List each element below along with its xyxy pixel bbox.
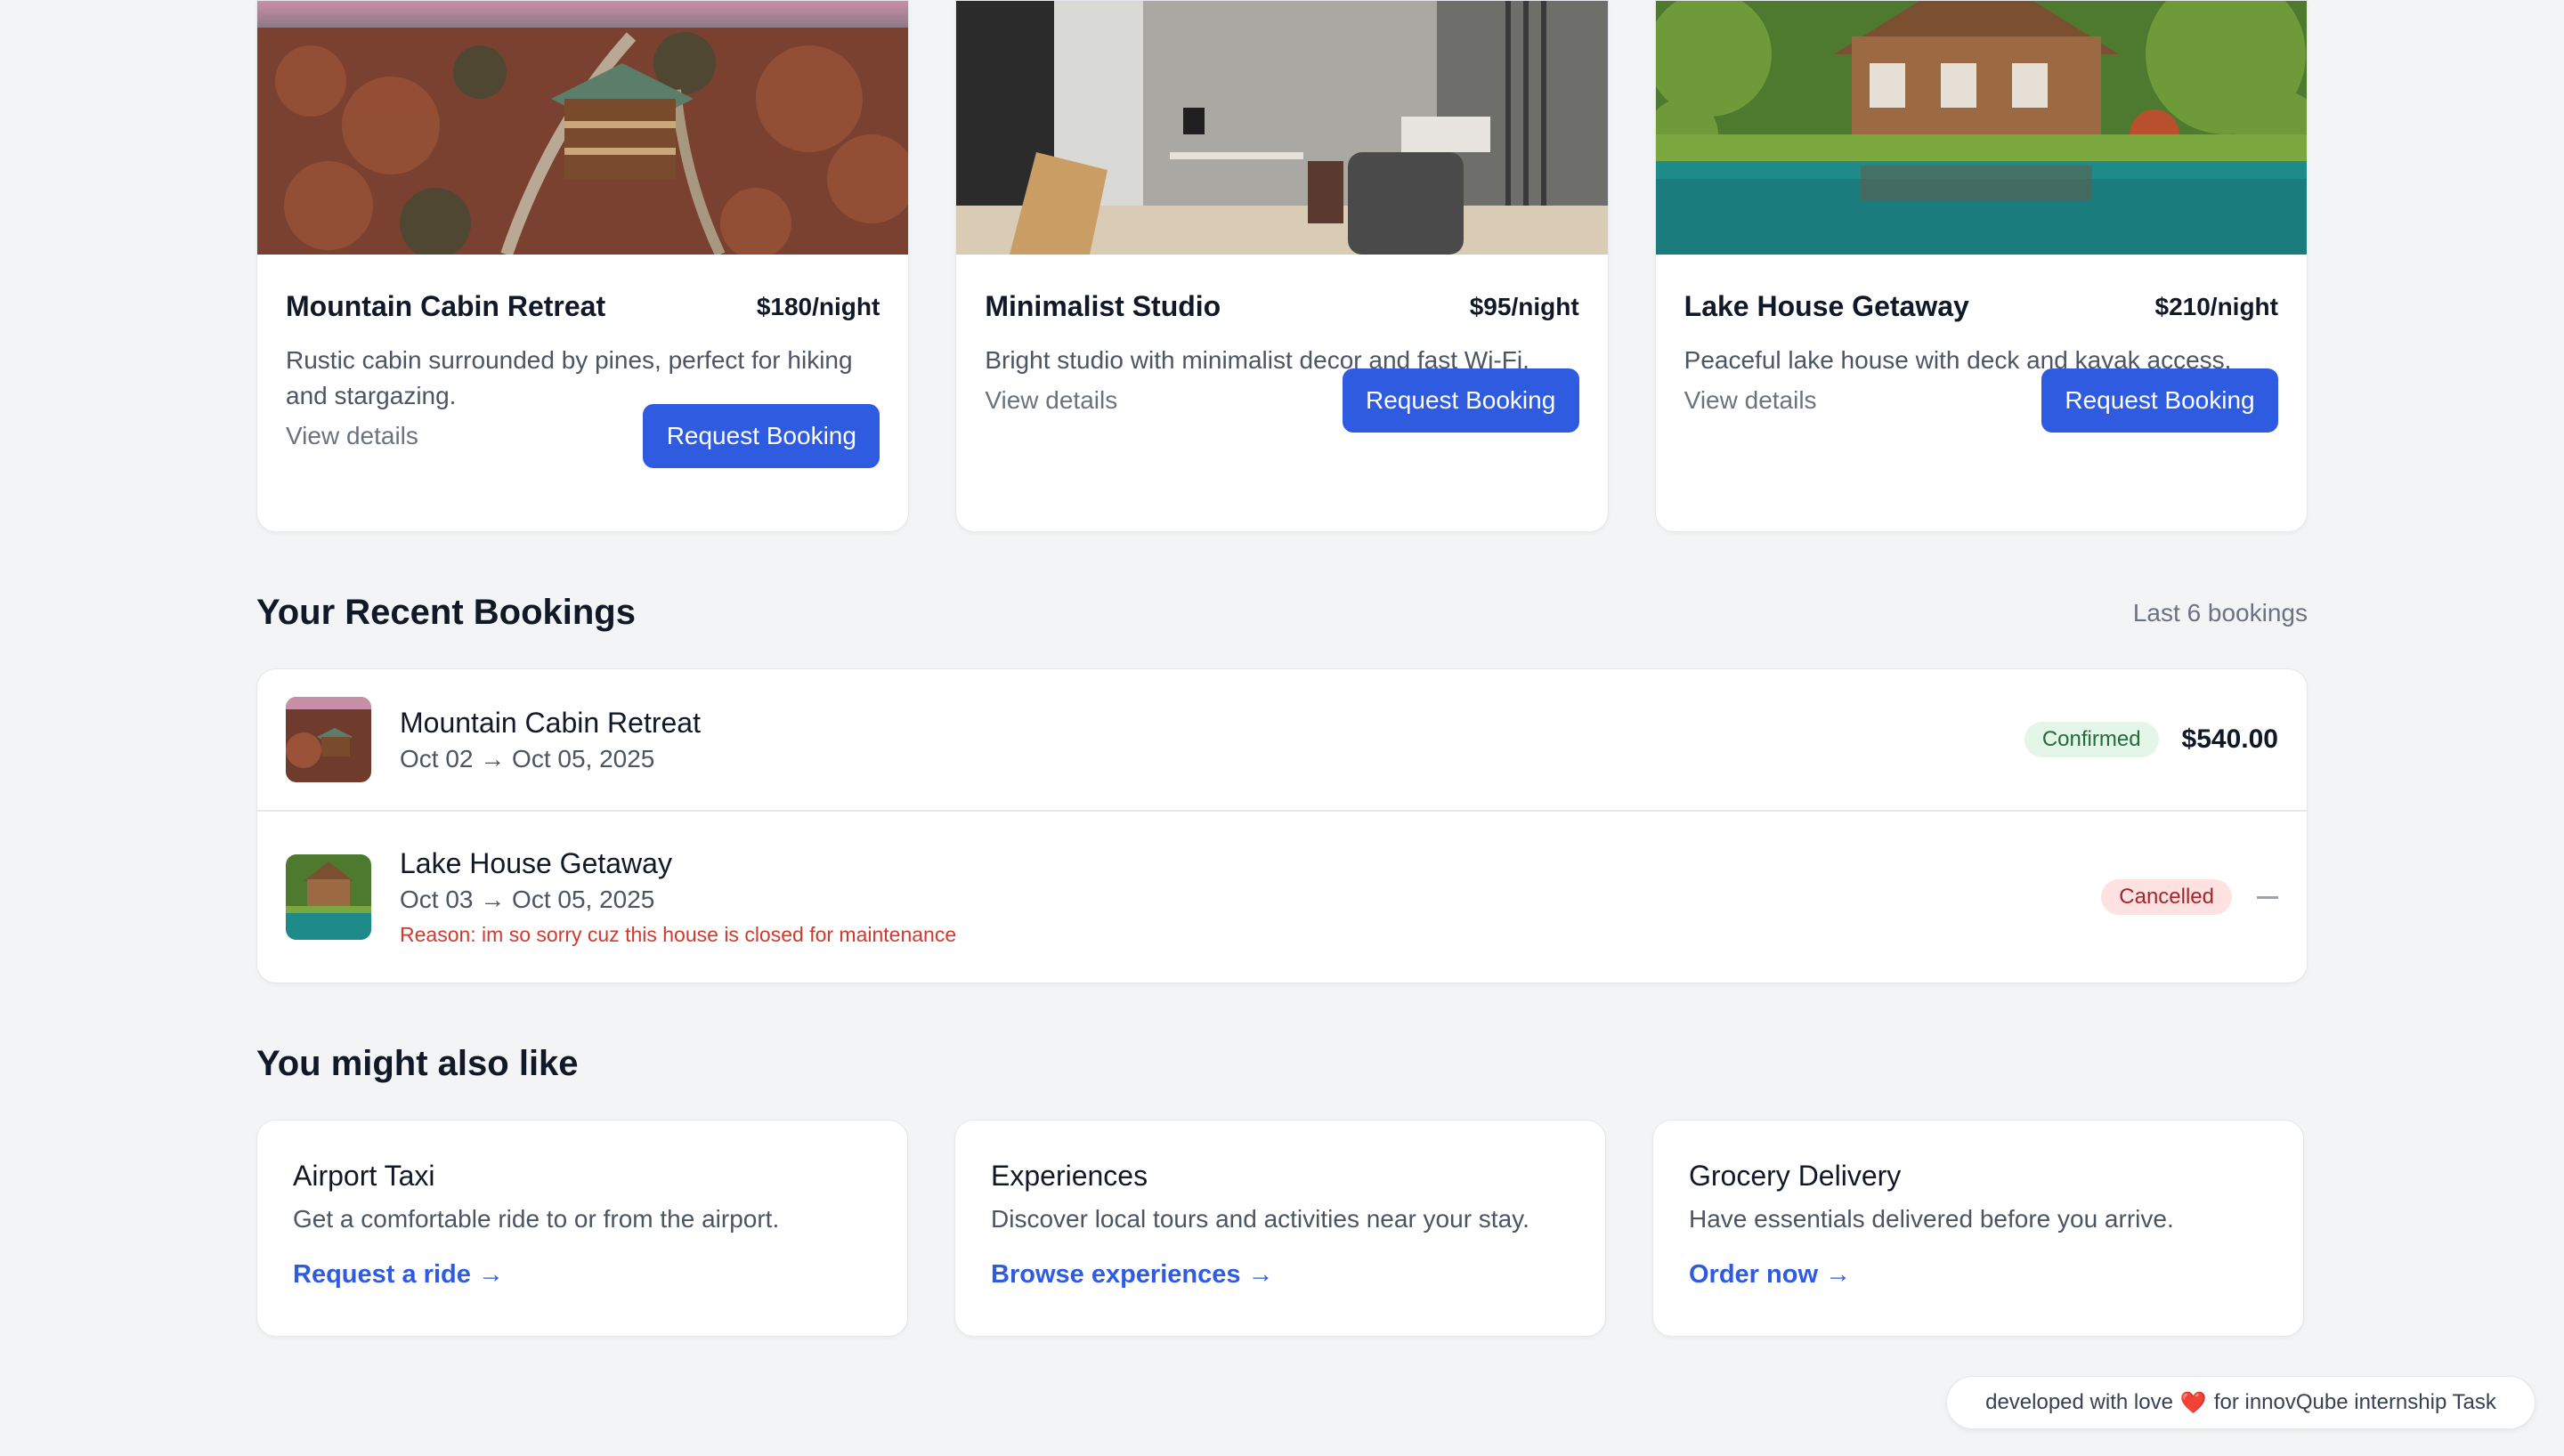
bookings-list: Mountain Cabin Retreat Oct 02 → Oct 05, …	[256, 668, 2308, 983]
recommendations-grid: Airport Taxi Get a comfortable ride to o…	[256, 1120, 2308, 1337]
footer-prefix: developed with love	[1985, 1390, 2173, 1414]
listing-price: $210/night	[2154, 292, 2278, 320]
browse-experiences-link[interactable]: Browse experiences →	[991, 1260, 1274, 1290]
request-ride-link[interactable]: Request a ride →	[293, 1260, 504, 1290]
listing-card: Minimalist Studio $95/night Bright studi…	[955, 0, 1609, 532]
recommendation-title: Grocery Delivery	[1689, 1160, 1902, 1192]
recommendation-title: Experiences	[991, 1160, 1148, 1192]
heart-icon: ❤️	[2179, 1390, 2207, 1415]
listing-actions: View details Request Booking	[286, 404, 880, 468]
status-badge: Confirmed	[2024, 722, 2159, 757]
bookings-count: Last 6 bookings	[2132, 598, 2308, 627]
order-now-link[interactable]: Order now →	[1689, 1260, 1851, 1290]
section-title: You might also like	[256, 1044, 579, 1083]
recommendations-header: You might also like	[256, 1044, 2308, 1084]
status-badge: Cancelled	[2101, 879, 2232, 915]
bookings-header: Your Recent Bookings Last 6 bookings	[256, 593, 2308, 633]
footer-credit: developed with love ❤️ for innovQube int…	[1946, 1376, 2536, 1429]
view-details-link[interactable]: View details	[985, 386, 1117, 415]
request-booking-button[interactable]: Request Booking	[643, 404, 880, 468]
listing-title: Lake House Getaway	[1684, 290, 1969, 322]
listing-body: Minimalist Studio $95/night Bright studi…	[956, 255, 1607, 531]
booking-thumbnail	[286, 697, 371, 782]
listing-actions: View details Request Booking	[985, 368, 1579, 433]
recommendation-description: Discover local tours and activities near…	[991, 1205, 1529, 1233]
listing-image[interactable]	[257, 1, 909, 255]
booking-dates: Oct 02 → Oct 05, 2025	[400, 744, 655, 772]
recommendation-description: Have essentials delivered before you arr…	[1689, 1205, 2174, 1233]
listing-body: Mountain Cabin Retreat $180/night Rustic…	[257, 255, 908, 531]
view-details-link[interactable]: View details	[286, 422, 418, 450]
booking-thumbnail	[286, 854, 371, 940]
booking-title: Mountain Cabin Retreat	[400, 706, 701, 739]
recommendation-card: Airport Taxi Get a comfortable ride to o…	[256, 1120, 908, 1337]
request-booking-button[interactable]: Request Booking	[1342, 368, 1579, 433]
recommendation-card: Grocery Delivery Have essentials deliver…	[1652, 1120, 2304, 1337]
recommendation-card: Experiences Discover local tours and act…	[954, 1120, 1606, 1337]
section-title: Your Recent Bookings	[256, 593, 636, 632]
listing-description: Rustic cabin surrounded by pines, perfec…	[286, 346, 853, 409]
listing-image[interactable]	[956, 1, 1608, 255]
listing-body: Lake House Getaway $210/night Peaceful l…	[1656, 255, 2307, 531]
listings-grid: Mountain Cabin Retreat $180/night Rustic…	[256, 0, 2308, 532]
cancellation-reason: Reason: im so sorry cuz this house is cl…	[400, 923, 957, 946]
request-booking-button[interactable]: Request Booking	[2041, 368, 2278, 433]
recommendation-title: Airport Taxi	[293, 1160, 435, 1192]
booking-dates: Oct 03 → Oct 05, 2025	[400, 886, 655, 913]
booking-info: Lake House Getaway Oct 03 → Oct 05, 2025…	[400, 847, 2101, 947]
booking-amount: $540.00	[2181, 724, 2278, 754]
booking-info: Mountain Cabin Retreat Oct 02 → Oct 05, …	[400, 707, 2024, 773]
no-amount-dash	[2257, 895, 2278, 899]
listing-image[interactable]	[1655, 1, 2307, 255]
listing-card: Lake House Getaway $210/night Peaceful l…	[1654, 0, 2308, 532]
listing-price: $95/night	[1469, 292, 1579, 320]
view-details-link[interactable]: View details	[1684, 386, 1817, 415]
listing-price: $180/night	[756, 292, 880, 320]
listing-title: Minimalist Studio	[985, 290, 1221, 322]
booking-row[interactable]: Mountain Cabin Retreat Oct 02 → Oct 05, …	[257, 669, 2307, 810]
booking-title: Lake House Getaway	[400, 847, 672, 879]
booking-row[interactable]: Lake House Getaway Oct 03 → Oct 05, 2025…	[257, 810, 2307, 983]
listing-card: Mountain Cabin Retreat $180/night Rustic…	[256, 0, 910, 532]
recommendation-description: Get a comfortable ride to or from the ai…	[293, 1205, 780, 1233]
footer-suffix: for innovQube internship Task	[2213, 1390, 2496, 1414]
listing-actions: View details Request Booking	[1684, 368, 2278, 433]
page-content: Mountain Cabin Retreat $180/night Rustic…	[256, 0, 2308, 1337]
listing-title: Mountain Cabin Retreat	[286, 290, 606, 322]
